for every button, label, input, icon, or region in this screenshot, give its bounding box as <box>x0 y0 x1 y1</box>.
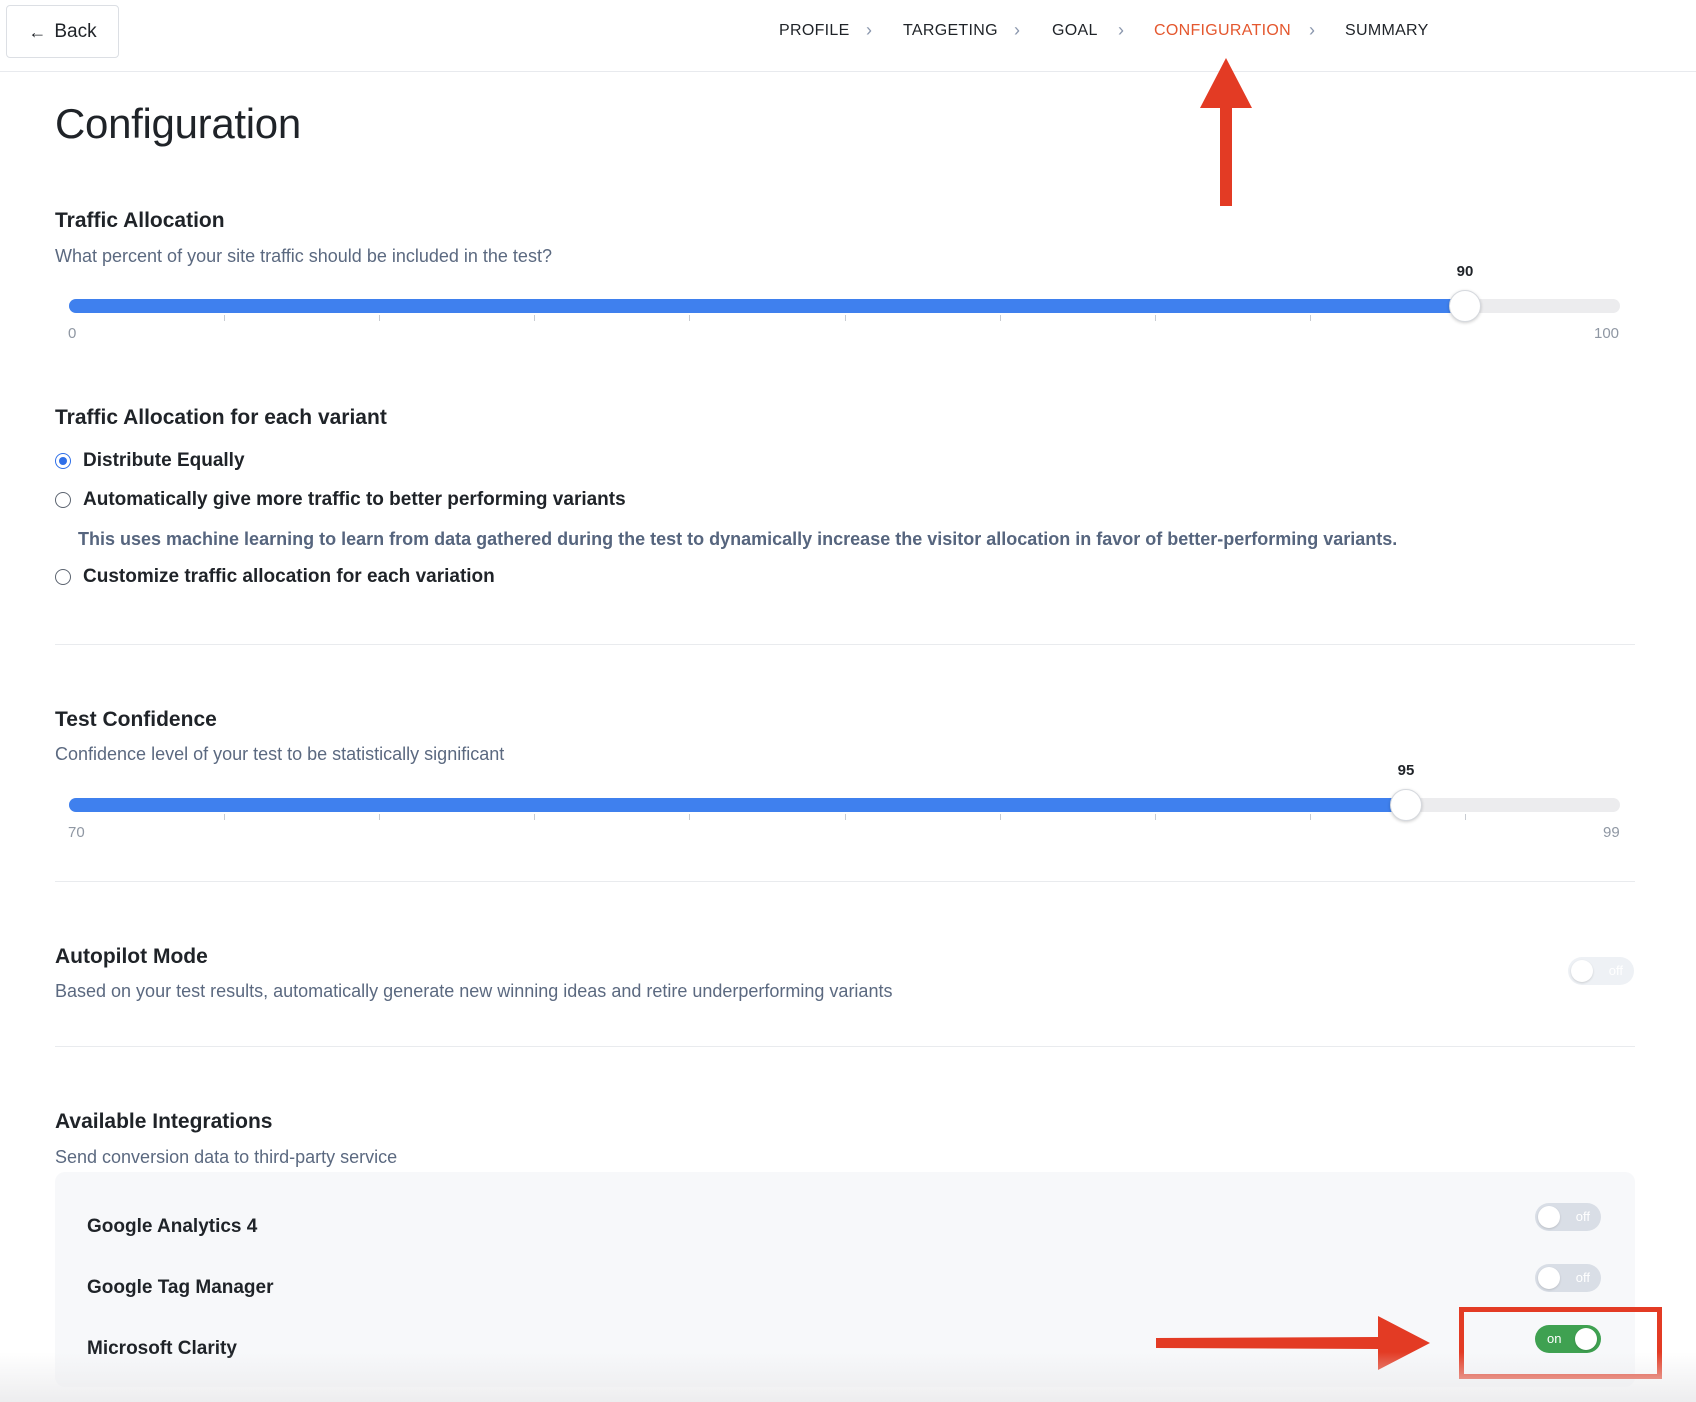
slider-tick <box>845 814 846 820</box>
step-profile[interactable]: PROFILE <box>779 22 850 40</box>
slider-tick <box>224 315 225 321</box>
toggle-knob <box>1571 960 1593 982</box>
chevron-right-icon: › <box>1014 20 1020 40</box>
google-analytics-toggle[interactable]: off <box>1535 1203 1601 1231</box>
slider-tick <box>845 315 846 321</box>
toggle-state-label: off <box>1575 1270 1590 1285</box>
test-confidence-slider[interactable]: 95 <box>69 762 1620 821</box>
chevron-right-icon: › <box>1118 20 1124 40</box>
google-tag-manager-toggle[interactable]: off <box>1535 1264 1601 1292</box>
autopilot-title: Autopilot Mode <box>55 945 208 968</box>
step-breadcrumb: PROFILE › TARGETING › GOAL › CONFIGURATI… <box>0 0 1696 64</box>
section-divider <box>55 644 1635 645</box>
slider-min-label: 0 <box>68 325 77 342</box>
chevron-right-icon: › <box>1309 20 1315 40</box>
step-configuration[interactable]: CONFIGURATION <box>1154 22 1291 40</box>
slider-min-label: 70 <box>68 824 85 841</box>
section-divider <box>55 1046 1635 1047</box>
step-goal[interactable]: GOAL <box>1052 22 1098 40</box>
radio-auto-allocation[interactable]: Automatically give more traffic to bette… <box>55 489 626 511</box>
slider-value: 95 <box>1397 762 1415 779</box>
radio-label: Automatically give more traffic to bette… <box>83 489 626 510</box>
variant-allocation-title: Traffic Allocation for each variant <box>55 406 387 429</box>
chevron-right-icon: › <box>866 20 872 40</box>
page-title: Configuration <box>55 100 301 147</box>
slider-tick <box>1155 315 1156 321</box>
slider-thumb[interactable] <box>1449 290 1481 322</box>
slider-tick <box>379 814 380 820</box>
slider-fill <box>69 299 1465 313</box>
annotation-highlight-box <box>1459 1307 1662 1379</box>
slider-tick <box>1000 315 1001 321</box>
radio-customize-allocation[interactable]: Customize traffic allocation for each va… <box>55 566 495 588</box>
section-divider <box>55 881 1635 882</box>
slider-tick <box>534 814 535 820</box>
machine-learning-note: This uses machine learning to learn from… <box>78 529 1398 549</box>
slider-tick <box>224 814 225 820</box>
slider-max-label: 99 <box>1603 824 1620 841</box>
integration-google-analytics-label: Google Analytics 4 <box>87 1216 258 1237</box>
integrations-description: Send conversion data to third-party serv… <box>55 1147 398 1167</box>
slider-tick <box>534 315 535 321</box>
test-confidence-description: Confidence level of your test to be stat… <box>55 744 505 764</box>
top-bar: ← Back PROFILE › TARGETING › GOAL › CONF… <box>0 0 1696 72</box>
radio-label: Distribute Equally <box>83 450 245 471</box>
integration-google-tag-manager-label: Google Tag Manager <box>87 1277 274 1298</box>
toggle-knob <box>1538 1206 1560 1228</box>
slider-tick <box>1000 814 1001 820</box>
radio-button[interactable] <box>55 453 71 469</box>
traffic-allocation-description: What percent of your site traffic should… <box>55 246 552 266</box>
slider-tick <box>379 315 380 321</box>
slider-max-label: 100 <box>1594 325 1620 342</box>
toggle-knob <box>1538 1267 1560 1289</box>
annotation-arrow-up-icon <box>1200 58 1252 206</box>
test-confidence-title: Test Confidence <box>55 708 217 731</box>
radio-button[interactable] <box>55 569 71 585</box>
slider-tick <box>1465 814 1466 820</box>
step-targeting[interactable]: TARGETING <box>903 22 998 40</box>
radio-distribute-equally[interactable]: Distribute Equally <box>55 450 245 472</box>
autopilot-toggle[interactable]: off <box>1568 957 1634 985</box>
slider-tick <box>1155 814 1156 820</box>
annotation-arrow-right-icon <box>1156 1316 1430 1370</box>
traffic-allocation-slider[interactable]: 90 <box>69 263 1620 322</box>
integration-microsoft-clarity-label: Microsoft Clarity <box>87 1338 237 1359</box>
autopilot-description: Based on your test results, automaticall… <box>55 981 893 1001</box>
slider-tick <box>689 814 690 820</box>
radio-label: Customize traffic allocation for each va… <box>83 566 495 587</box>
toggle-state-label: off <box>1575 1209 1590 1224</box>
traffic-allocation-title: Traffic Allocation <box>55 209 225 232</box>
toggle-state-label: off <box>1608 963 1623 978</box>
slider-value: 90 <box>1456 263 1474 280</box>
radio-button[interactable] <box>55 492 71 508</box>
slider-tick <box>1310 814 1311 820</box>
step-summary[interactable]: SUMMARY <box>1345 22 1429 40</box>
slider-thumb[interactable] <box>1390 789 1422 821</box>
slider-tick <box>1310 315 1311 321</box>
slider-fill <box>69 798 1406 812</box>
slider-tick <box>689 315 690 321</box>
integrations-title: Available Integrations <box>55 1110 273 1133</box>
